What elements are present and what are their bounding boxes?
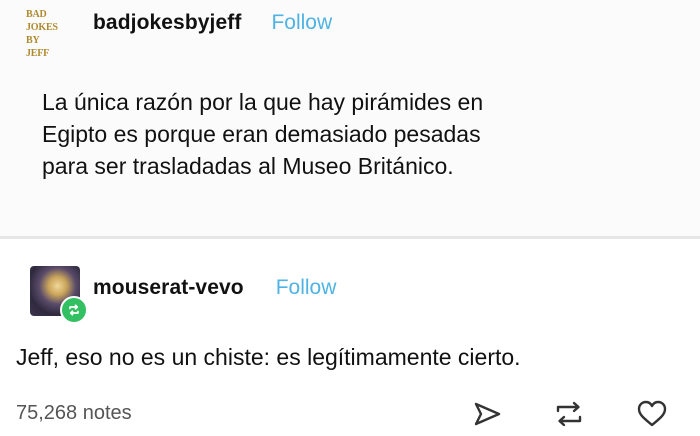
post-body-text: La única razón por la que hay pirámides … (42, 86, 602, 182)
tumblr-post-thread: BAD JOKES BY JEFF badjokesbyjeff Follow … (0, 0, 700, 436)
avatar-text-line: BY JEFF (26, 35, 50, 59)
notes-count[interactable]: 75,268 notes (16, 402, 132, 425)
reblog-badge-icon (60, 296, 88, 324)
post-text-line: Egipto es porque eran demasiado pesadas (42, 121, 481, 147)
avatar-text-line: JOKES (26, 22, 58, 33)
post-text-line: para ser trasladadas al Museo Británico. (42, 153, 454, 179)
post-header: mouserat-vevo Follow (93, 274, 336, 302)
mouserat-vevo-avatar[interactable] (30, 266, 88, 324)
heart-icon[interactable] (635, 399, 669, 429)
follow-button[interactable]: Follow (271, 11, 332, 35)
reblog-arrows-icon (69, 304, 79, 316)
avatar-text-line: BAD (26, 9, 47, 20)
reblog-icon[interactable] (552, 399, 586, 429)
reblog-body-text: Jeff, eso no es un chiste: es legítimame… (16, 344, 521, 370)
reblog-post: mouserat-vevo Follow Jeff, eso no es un … (0, 239, 700, 436)
post-text-line: La única razón por la que hay pirámides … (42, 89, 484, 115)
post-header: badjokesbyjeff Follow (93, 9, 332, 37)
follow-button[interactable]: Follow (276, 276, 337, 300)
badjokesbyjeff-avatar[interactable]: BAD JOKES BY JEFF (26, 8, 58, 59)
share-icon[interactable] (470, 399, 504, 429)
username-link[interactable]: badjokesbyjeff (93, 11, 241, 35)
username-link[interactable]: mouserat-vevo (93, 276, 244, 300)
post-actions (470, 399, 680, 429)
original-post: BAD JOKES BY JEFF badjokesbyjeff Follow … (0, 0, 700, 236)
